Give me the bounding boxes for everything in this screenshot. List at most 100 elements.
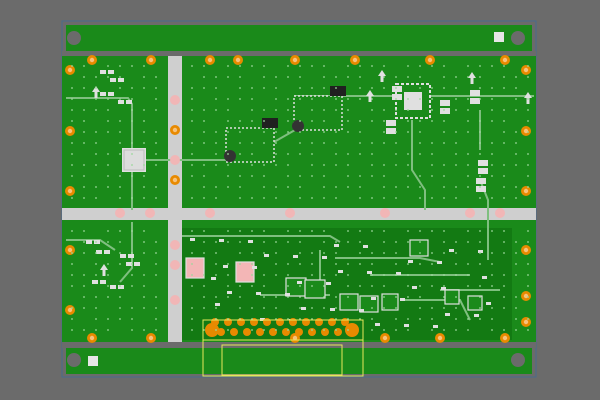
arrow-up-icon-stem (368, 96, 372, 102)
stitch-via (479, 131, 481, 133)
stitch-via (455, 98, 457, 100)
stitch-via (323, 109, 325, 111)
stitch-via (479, 285, 481, 287)
stitch-via (467, 109, 469, 111)
stitch-via (443, 142, 445, 144)
stitch-via (455, 296, 457, 298)
stitch-via (515, 252, 517, 254)
stitch-via (95, 318, 97, 320)
stitch-via (443, 285, 445, 287)
stitch-via (335, 186, 337, 188)
stitch-via (155, 186, 157, 188)
stitch-via (143, 76, 145, 78)
stitch-via (215, 87, 217, 89)
via-hole (502, 335, 508, 341)
smd-pad (256, 292, 261, 295)
stitch-via (203, 241, 205, 243)
stitch-via (527, 175, 529, 177)
stitch-via (383, 164, 385, 166)
stitch-via (515, 153, 517, 155)
stitch-via (455, 87, 457, 89)
stitch-via (131, 65, 133, 67)
stitch-via (143, 296, 145, 298)
stitch-via (467, 76, 469, 78)
stitch-via (443, 296, 445, 298)
stitch-via (107, 296, 109, 298)
stitch-via (383, 87, 385, 89)
stitch-via (371, 329, 373, 331)
stitch-via (239, 230, 241, 232)
stitch-via (371, 230, 373, 232)
stitch-via (323, 197, 325, 199)
stitch-via (263, 109, 265, 111)
stitch-via (83, 274, 85, 276)
stitch-via (131, 175, 133, 177)
smd-pad (371, 297, 376, 300)
test-pad (465, 208, 475, 218)
stitch-via (407, 274, 409, 276)
stitch-via (191, 153, 193, 155)
stitch-via (83, 120, 85, 122)
stitch-via (119, 153, 121, 155)
smd-pad (449, 249, 454, 252)
pcb-canvas[interactable] (0, 0, 600, 400)
via-hole (148, 335, 154, 341)
stitch-via (419, 175, 421, 177)
pcb-viewer[interactable] (0, 0, 600, 400)
stitch-via (323, 76, 325, 78)
stitch-via (203, 175, 205, 177)
stitch-via (119, 120, 121, 122)
stitch-via (515, 197, 517, 199)
stitch-via (215, 164, 217, 166)
stitch-via (527, 263, 529, 265)
stitch-via (143, 109, 145, 111)
stitch-via (251, 142, 253, 144)
stitch-via (359, 175, 361, 177)
stitch-via (431, 230, 433, 232)
stitch-via (71, 230, 73, 232)
via-hole (67, 67, 73, 73)
stitch-via (299, 296, 301, 298)
stitch-via (251, 153, 253, 155)
stitch-via (155, 252, 157, 254)
stitch-via (383, 296, 385, 298)
test-pad (205, 208, 215, 218)
stitch-via (107, 241, 109, 243)
stitch-via (515, 274, 517, 276)
smd-pad (386, 128, 396, 134)
stitch-via (479, 76, 481, 78)
stitch-via (191, 65, 193, 67)
stitch-via (359, 307, 361, 309)
stitch-via (203, 274, 205, 276)
stitch-via (527, 76, 529, 78)
stitch-via (95, 131, 97, 133)
stitch-via (347, 120, 349, 122)
stitch-via (119, 241, 121, 243)
stitch-via (371, 197, 373, 199)
connector-pin (237, 318, 245, 326)
stitch-via (407, 285, 409, 287)
stitch-via (107, 263, 109, 265)
stitch-via (119, 197, 121, 199)
stitch-via (263, 307, 265, 309)
stitch-via (347, 153, 349, 155)
via-hole (427, 57, 433, 63)
stitch-via (395, 263, 397, 265)
stitch-via (407, 65, 409, 67)
stitch-via (395, 109, 397, 111)
stitch-via (503, 186, 505, 188)
stitch-via (143, 120, 145, 122)
stitch-via (239, 87, 241, 89)
stitch-via (311, 87, 313, 89)
stitch-via (215, 241, 217, 243)
stitch-via (71, 263, 73, 265)
stitch-via (335, 296, 337, 298)
stitch-via (215, 76, 217, 78)
stitch-via (347, 164, 349, 166)
stitch-via (71, 120, 73, 122)
stitch-via (527, 230, 529, 232)
stitch-via (359, 285, 361, 287)
stitch-via (395, 98, 397, 100)
stitch-via (467, 98, 469, 100)
stitch-via (119, 263, 121, 265)
